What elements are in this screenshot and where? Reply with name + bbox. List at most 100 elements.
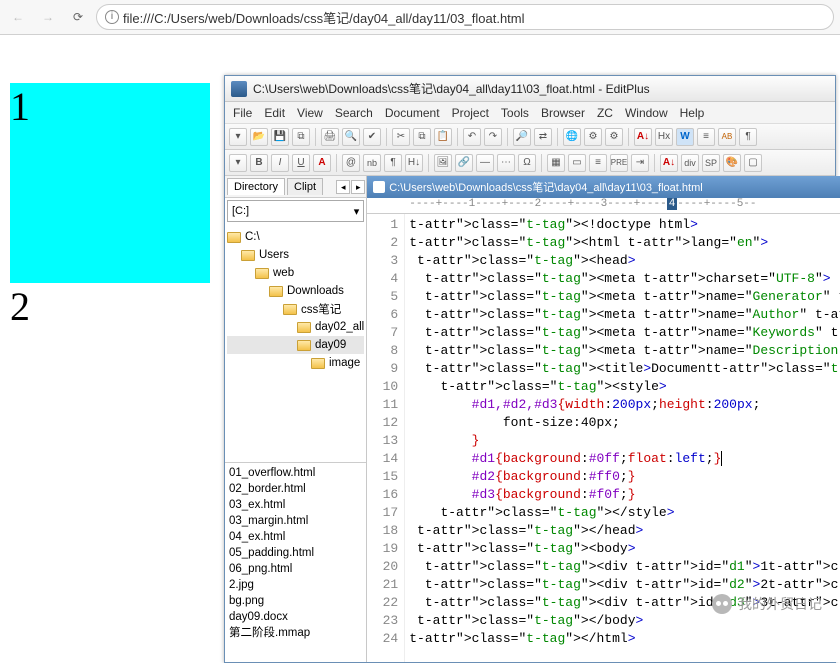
nav-forward-button[interactable]: → <box>36 5 60 29</box>
menu-window[interactable]: Window <box>625 106 668 120</box>
html-new-icon[interactable]: ▾ <box>229 154 247 172</box>
demo-box-1: 1 <box>10 83 210 283</box>
abcd-icon[interactable]: AB <box>718 128 736 146</box>
char-icon[interactable]: Ω <box>518 154 536 172</box>
nb-icon[interactable]: nb <box>363 154 381 172</box>
menu-bar: File Edit View Search Document Project T… <box>225 102 835 124</box>
paste-icon[interactable]: 📋 <box>434 128 452 146</box>
menu-edit[interactable]: Edit <box>264 106 285 120</box>
new-icon[interactable]: ▾ <box>229 128 247 146</box>
hr-icon[interactable]: — <box>476 154 494 172</box>
folder-node[interactable]: Downloads <box>227 282 364 300</box>
pre-icon[interactable]: PRE <box>610 154 628 172</box>
directory-panel: Directory Clipt ◂ ▸ [C:] ▾ C:\UserswebDo… <box>225 176 367 662</box>
font-a-icon[interactable]: A↓ <box>634 128 652 146</box>
saveall-icon[interactable]: ⧉ <box>292 128 310 146</box>
font-a2-icon[interactable]: A↓ <box>660 154 678 172</box>
folder-icon <box>297 322 311 333</box>
list-icon[interactable]: ≡ <box>589 154 607 172</box>
editplus-window: C:\Users\web\Downloads\css笔记\day04_all\d… <box>224 75 836 663</box>
table-icon[interactable]: ▦ <box>547 154 565 172</box>
file-list[interactable]: 01_overflow.html02_border.html03_ex.html… <box>225 462 366 662</box>
menu-browser[interactable]: Browser <box>541 106 585 120</box>
folder-node[interactable]: css笔记 <box>227 300 364 318</box>
menu-document[interactable]: Document <box>385 106 440 120</box>
file-item[interactable]: 06_png.html <box>229 561 362 577</box>
para-icon[interactable]: ¶ <box>739 128 757 146</box>
page-viewport: 1 2 C:\Users\web\Downloads\css笔记\day04_a… <box>0 35 840 628</box>
file-item[interactable]: 01_overflow.html <box>229 465 362 481</box>
link-icon[interactable]: 🔗 <box>455 154 473 172</box>
cut-icon[interactable]: ✂ <box>392 128 410 146</box>
file-item[interactable]: day09.docx <box>229 609 362 625</box>
file-item[interactable]: 03_margin.html <box>229 513 362 529</box>
editor-tab-label: C:\Users\web\Downloads\css笔记\day04_all\d… <box>389 179 702 195</box>
menu-project[interactable]: Project <box>452 106 489 120</box>
chevron-down-icon: ▾ <box>354 205 360 218</box>
save-icon[interactable]: 💾 <box>271 128 289 146</box>
editor-tab[interactable]: C:\Users\web\Downloads\css笔记\day04_all\d… <box>367 176 840 198</box>
open-icon[interactable]: 📂 <box>250 128 268 146</box>
undo-icon[interactable]: ↶ <box>463 128 481 146</box>
bold-icon[interactable]: B <box>250 154 268 172</box>
folder-node[interactable]: day09 <box>227 336 364 354</box>
wordwrap-icon[interactable]: W <box>676 128 694 146</box>
folder-node[interactable]: web <box>227 264 364 282</box>
spell-icon[interactable]: ✔ <box>363 128 381 146</box>
tab-scroll-right-icon[interactable]: ▸ <box>351 180 365 194</box>
fontcolor-icon[interactable]: A <box>313 154 331 172</box>
find-icon[interactable]: 🔎 <box>513 128 531 146</box>
folder-node[interactable]: C:\ <box>227 228 364 246</box>
menu-search[interactable]: Search <box>335 106 373 120</box>
browser-icon[interactable]: 🌐 <box>563 128 581 146</box>
tab-directory[interactable]: Directory <box>227 178 285 195</box>
anchor-icon[interactable]: @ <box>342 154 360 172</box>
menu-help[interactable]: Help <box>680 106 705 120</box>
folder-node[interactable]: image <box>227 354 364 372</box>
tab-scroll-left-icon[interactable]: ◂ <box>336 180 350 194</box>
div-icon[interactable]: div <box>681 154 699 172</box>
window-title: C:\Users\web\Downloads\css笔记\day04_all\d… <box>253 80 650 97</box>
address-bar[interactable]: i file:///C:/Users/web/Downloads/css笔记/d… <box>96 4 834 30</box>
tab-cliptext[interactable]: Clipt <box>287 178 323 195</box>
tool2-icon[interactable]: ⚙ <box>605 128 623 146</box>
comment-icon[interactable]: ⋯ <box>497 154 515 172</box>
file-item[interactable]: 第二阶段.mmap <box>229 625 362 641</box>
nav-reload-button[interactable]: ⟳ <box>66 5 90 29</box>
file-item[interactable]: 03_ex.html <box>229 497 362 513</box>
form-icon[interactable]: ▭ <box>568 154 586 172</box>
copy-icon[interactable]: ⧉ <box>413 128 431 146</box>
file-item[interactable]: 04_ex.html <box>229 529 362 545</box>
menu-zc[interactable]: ZC <box>597 106 613 120</box>
menu-tools[interactable]: Tools <box>501 106 529 120</box>
redo-icon[interactable]: ↷ <box>484 128 502 146</box>
folder-node[interactable]: day02_all <box>227 318 364 336</box>
pal-icon[interactable]: 🎨 <box>723 154 741 172</box>
menu-file[interactable]: File <box>233 106 252 120</box>
preview-icon[interactable]: 🔍 <box>342 128 360 146</box>
folder-node[interactable]: Users <box>227 246 364 264</box>
nav-back-button[interactable]: ← <box>6 5 30 29</box>
file-item[interactable]: 2.jpg <box>229 577 362 593</box>
italic-icon[interactable]: I <box>271 154 289 172</box>
replace-icon[interactable]: ⇄ <box>534 128 552 146</box>
underline-icon[interactable]: U <box>292 154 310 172</box>
heading-icon[interactable]: H↓ <box>405 154 423 172</box>
hex-icon[interactable]: Hx <box>655 128 673 146</box>
img-icon[interactable]: 🖼 <box>434 154 452 172</box>
indent-icon[interactable]: ⇥ <box>631 154 649 172</box>
folder-icon <box>311 358 325 369</box>
print-icon[interactable]: 🖨 <box>321 128 339 146</box>
folder-tree[interactable]: C:\UserswebDownloadscss笔记day02_allday09i… <box>225 224 366 462</box>
sp-icon[interactable]: SP <box>702 154 720 172</box>
more-icon[interactable]: ▢ <box>744 154 762 172</box>
drive-selector[interactable]: [C:] ▾ <box>227 200 364 222</box>
file-item[interactable]: bg.png <box>229 593 362 609</box>
lines-icon[interactable]: ≡ <box>697 128 715 146</box>
window-titlebar[interactable]: C:\Users\web\Downloads\css笔记\day04_all\d… <box>225 76 835 102</box>
tool-icon[interactable]: ⚙ <box>584 128 602 146</box>
file-item[interactable]: 05_padding.html <box>229 545 362 561</box>
file-item[interactable]: 02_border.html <box>229 481 362 497</box>
para2-icon[interactable]: ¶ <box>384 154 402 172</box>
menu-view[interactable]: View <box>297 106 323 120</box>
